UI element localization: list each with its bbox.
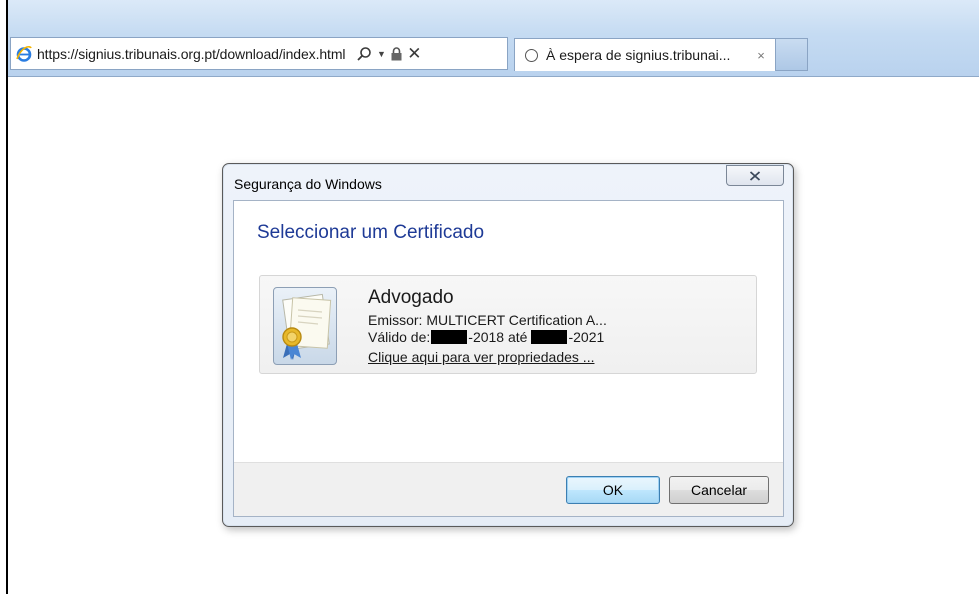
validity-to-year: -2021 — [568, 329, 605, 345]
lock-icon[interactable] — [389, 45, 403, 63]
toolbar-divider — [8, 76, 979, 77]
tab-title: À espera de signius.tribunai... — [546, 47, 731, 63]
redacted-date-start — [431, 330, 468, 344]
dialog-close-button[interactable] — [726, 165, 784, 186]
chevron-down-icon[interactable]: ▼ — [377, 45, 386, 63]
certificate-name: Advogado — [368, 287, 454, 308]
address-bar[interactable]: https://signius.tribunais.org.pt/downloa… — [10, 37, 508, 70]
stop-icon[interactable]: ✕ — [407, 44, 421, 63]
cancel-button[interactable]: Cancelar — [669, 476, 769, 504]
tab-loading[interactable]: À espera de signius.tribunai... × — [514, 38, 776, 71]
dialog-footer: OK Cancelar — [234, 462, 783, 516]
ok-button[interactable]: OK — [566, 476, 660, 504]
validity-prefix: Válido de: — [368, 329, 431, 345]
certificate-icon — [273, 287, 337, 365]
redacted-date-end — [531, 330, 568, 344]
view-properties-link[interactable]: Clique aqui para ver propriedades ... — [368, 349, 594, 365]
validity-from-year: -2018 até — [468, 329, 528, 345]
search-icon[interactable] — [355, 45, 373, 63]
certificate-issuer: Emissor: MULTICERT Certification A... — [368, 312, 607, 328]
address-tools: ▼ ✕ — [355, 44, 422, 63]
new-tab-button[interactable] — [776, 38, 808, 71]
loading-spinner-icon — [525, 48, 538, 62]
url-text[interactable]: https://signius.tribunais.org.pt/downloa… — [37, 46, 346, 62]
close-icon — [749, 170, 761, 181]
dialog-content: Seleccionar um Certificado Advogado Emis… — [233, 200, 784, 517]
internet-explorer-icon — [15, 45, 33, 63]
certificate-item[interactable]: Advogado Emissor: MULTICERT Certificatio… — [259, 275, 757, 374]
page-left-edge — [0, 0, 8, 594]
dialog-heading: Seleccionar um Certificado — [257, 222, 485, 243]
dialog-title: Segurança do Windows — [234, 176, 382, 192]
windows-security-dialog: Segurança do Windows Seleccionar um Cert… — [222, 163, 794, 527]
certificate-validity: Válido de: -2018 até -2021 — [368, 329, 604, 345]
tab-close-icon[interactable]: × — [753, 48, 769, 63]
